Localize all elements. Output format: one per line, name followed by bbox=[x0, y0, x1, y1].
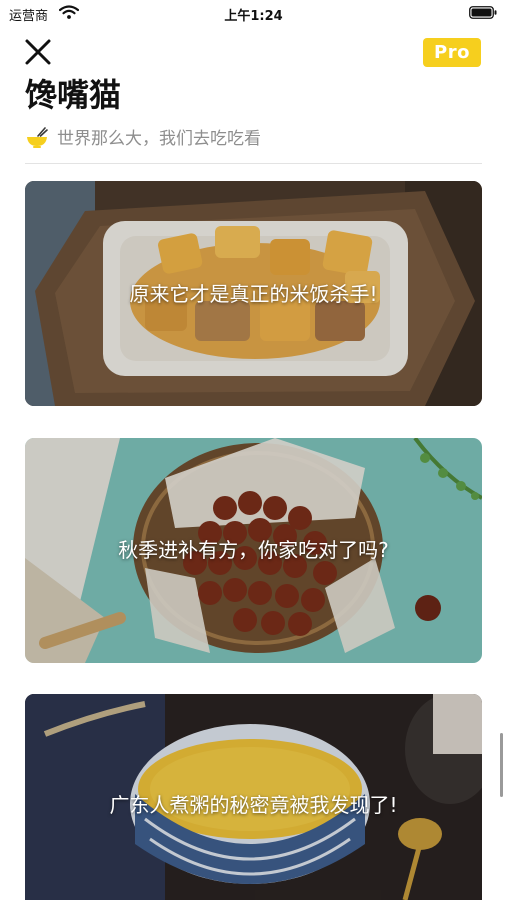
status-bar: 运营商 上午1:24 bbox=[0, 0, 507, 26]
divider bbox=[25, 163, 482, 164]
status-time: 上午1:24 bbox=[224, 9, 283, 24]
page-title: 馋嘴猫 bbox=[25, 76, 122, 114]
bowl-icon bbox=[27, 127, 48, 148]
article-title-2: 秋季进补有方，你家吃对了吗? bbox=[118, 538, 389, 562]
pro-button[interactable]: Pro bbox=[423, 38, 481, 67]
page-subtitle: 世界那么大，我们去吃吃看 bbox=[57, 129, 261, 149]
close-icon[interactable] bbox=[24, 38, 52, 66]
battery-icon bbox=[469, 6, 497, 19]
scrollbar[interactable] bbox=[500, 733, 503, 797]
article-card-2[interactable]: 秋季进补有方，你家吃对了吗? bbox=[25, 438, 482, 663]
article-card-3[interactable]: 广东人煮粥的秘密竟被我发现了! bbox=[25, 694, 482, 900]
article-card-1[interactable]: 原来它才是真正的米饭杀手! bbox=[25, 181, 482, 406]
article-title-3: 广东人煮粥的秘密竟被我发现了! bbox=[109, 793, 398, 817]
article-title-1: 原来它才是真正的米饭杀手! bbox=[129, 282, 378, 306]
